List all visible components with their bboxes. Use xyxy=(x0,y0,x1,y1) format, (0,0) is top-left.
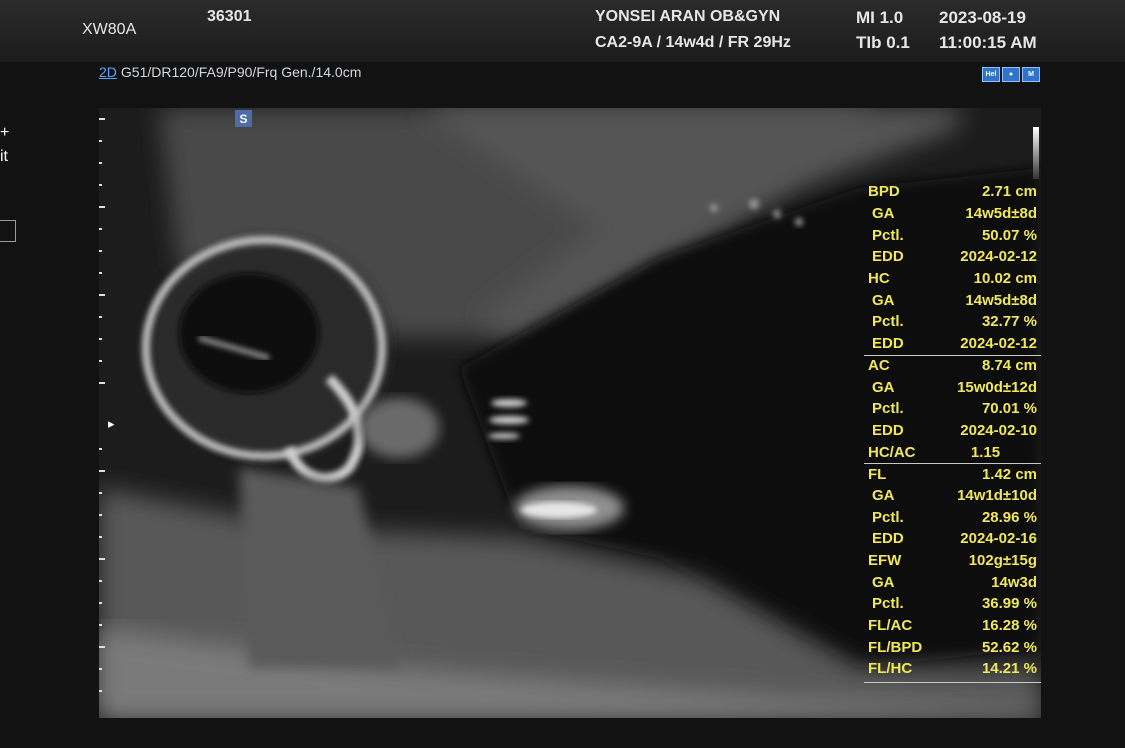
depth-tick xyxy=(99,558,105,560)
fetus-icon[interactable]: ● xyxy=(1002,67,1020,82)
measurement-row: FL/HC 14.21 % xyxy=(868,660,1037,678)
depth-tick xyxy=(99,294,105,296)
patient-id: 36301 xyxy=(207,8,252,25)
body-icon[interactable]: M xyxy=(1022,67,1040,82)
measurement-row: AC 8.74 cm xyxy=(864,354,1041,377)
measurement-panel: BPD 2.71 cm GA 14w5d±8d Pctl. 50.07 % EDD 20… xyxy=(864,181,1041,683)
depth-tick xyxy=(99,272,102,274)
depth-tick xyxy=(99,338,102,340)
measurement-row: FL/BPD 52.62 % xyxy=(868,638,1037,656)
tib-index: TIb 0.1 xyxy=(856,33,910,52)
measurement-row: EDD 2024-02-12 xyxy=(872,335,1037,353)
panel-bottom-divider xyxy=(864,681,1041,683)
left-panel-label: it xyxy=(0,148,8,165)
measurement-row: GA 14w3d xyxy=(872,573,1037,591)
measurement-row: EDD 2024-02-12 xyxy=(872,248,1037,266)
depth-scale xyxy=(99,108,105,718)
measurement-row: Pctl. 28.96 % xyxy=(872,508,1037,526)
depth-tick xyxy=(99,140,102,142)
measurement-row: Pctl. 32.77 % xyxy=(872,313,1037,331)
measurement-row: Pctl. 50.07 % xyxy=(872,226,1037,244)
measurement-row: EFW 102g±15g xyxy=(868,552,1037,570)
depth-tick xyxy=(99,668,102,670)
measurement-row: Pctl. 36.99 % xyxy=(872,595,1037,613)
depth-tick xyxy=(99,514,102,516)
grayscale-bar xyxy=(1033,127,1039,179)
device-model: XW80A xyxy=(82,21,137,38)
imaging-params: 2D G51/DR120/FA9/P90/Frq Gen./14.0cm xyxy=(99,64,361,80)
depth-tick xyxy=(99,624,102,626)
depth-tick xyxy=(99,690,102,692)
depth-tick xyxy=(99,184,102,186)
measurement-row: GA 14w5d±8d xyxy=(872,291,1037,309)
depth-tick xyxy=(99,602,102,604)
depth-tick xyxy=(99,250,102,252)
measurement-row: Pctl. 70.01 % xyxy=(872,400,1037,418)
depth-tick xyxy=(99,228,102,230)
plus-icon[interactable]: + xyxy=(0,124,9,142)
depth-tick xyxy=(99,536,102,538)
left-panel-box[interactable] xyxy=(0,220,16,242)
depth-tick xyxy=(99,580,102,582)
measurement-row: HC/AC 1.15 xyxy=(868,443,1001,461)
measurement-row: GA 14w1d±10d xyxy=(872,486,1037,504)
depth-tick xyxy=(99,162,102,164)
s-marker: S xyxy=(235,110,252,127)
depth-tick xyxy=(99,646,105,648)
exam-date: 2023-08-19 xyxy=(939,8,1026,27)
mode-2d-tab[interactable]: 2D xyxy=(99,64,117,80)
measurement-row: EDD 2024-02-16 xyxy=(872,530,1037,548)
probe-info: CA2-9A / 14w4d / FR 29Hz xyxy=(595,34,791,51)
depth-tick xyxy=(99,448,102,450)
measurement-row: HC 10.02 cm xyxy=(868,270,1037,288)
depth-tick xyxy=(99,206,105,208)
toolbar-icons: Hel ● M xyxy=(982,67,1040,82)
header-bar: XW80A 36301 YONSEI ARAN OB&GYN CA2-9A / … xyxy=(0,0,1125,62)
hd-icon[interactable]: Hel xyxy=(982,67,1000,82)
depth-tick xyxy=(99,118,105,120)
measurement-row: EDD 2024-02-10 xyxy=(872,421,1037,439)
measurement-row: FL 1.42 cm xyxy=(864,462,1041,485)
depth-tick xyxy=(99,492,102,494)
measurement-row: GA 14w5d±8d xyxy=(872,205,1037,223)
exam-time: 11:00:15 AM xyxy=(939,33,1037,52)
measurement-row: FL/AC 16.28 % xyxy=(868,617,1037,635)
mi-index: MI 1.0 xyxy=(856,8,904,27)
measurement-row: GA 15w0d±12d xyxy=(872,378,1037,396)
depth-tick xyxy=(99,316,102,318)
depth-tick xyxy=(99,360,102,362)
measurement-row: BPD 2.71 cm xyxy=(868,183,1037,201)
depth-tick xyxy=(99,470,105,472)
params-settings: G51/DR120/FA9/P90/Frq Gen./14.0cm xyxy=(120,64,362,80)
institution-name: YONSEI ARAN OB&GYN xyxy=(595,8,781,25)
focus-marker-icon[interactable]: ▸ xyxy=(108,416,115,432)
depth-tick xyxy=(99,382,105,384)
